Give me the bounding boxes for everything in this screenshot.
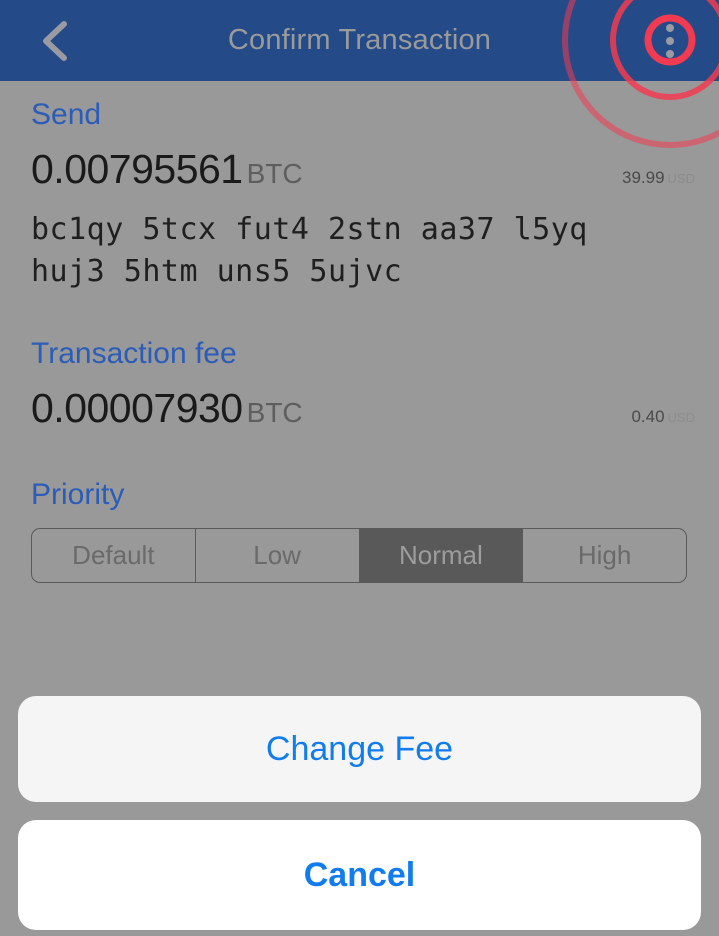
fee-amount-unit: BTC [246, 397, 303, 428]
send-fiat-value: 39.99 [622, 168, 665, 187]
send-amount-value: 0.00795561 [31, 146, 243, 192]
fee-fiat-value: 0.40 [631, 407, 665, 426]
priority-option-normal[interactable]: Normal [359, 529, 524, 582]
send-amount-row: 0.00795561 BTC 39.99 USD [31, 146, 695, 193]
priority-option-default[interactable]: Default [32, 529, 196, 582]
transaction-details: Send 0.00795561 BTC 39.99 USD bc1qy 5tcx… [0, 81, 719, 583]
fee-amount-value: 0.00007930 [31, 385, 243, 431]
cancel-button[interactable]: Cancel [18, 820, 701, 930]
fee-amount-row: 0.00007930 BTC 0.40 USD [31, 385, 695, 432]
send-fiat: 39.99 USD [622, 168, 695, 188]
overflow-menu-button[interactable] [652, 18, 688, 64]
priority-option-high[interactable]: High [523, 529, 686, 582]
send-section-label: Send [31, 98, 102, 131]
fee-fiat-unit: USD [667, 410, 695, 425]
priority-section-label: Priority [31, 478, 125, 511]
app-header: Confirm Transaction [0, 0, 719, 81]
recipient-address-line-2: huj3 5htm uns5 5ujvc [31, 254, 403, 289]
priority-segmented-control[interactable]: Default Low Normal High [31, 528, 687, 583]
send-fiat-unit: USD [667, 171, 695, 186]
priority-option-low[interactable]: Low [196, 529, 360, 582]
recipient-address: bc1qy 5tcx fut4 2stn aa37 l5yq huj3 5htm… [31, 209, 695, 293]
change-fee-button[interactable]: Change Fee [18, 696, 701, 802]
overflow-menu-icon-dot-3 [666, 50, 674, 58]
recipient-address-line-1: bc1qy 5tcx fut4 2stn aa37 l5yq [31, 212, 588, 247]
page-title: Confirm Transaction [227, 24, 492, 56]
fee-section-label: Transaction fee [31, 337, 237, 370]
overflow-menu-icon-dot-2 [666, 37, 674, 45]
fee-fiat: 0.40 USD [631, 407, 695, 427]
overflow-menu-icon-dot-1 [666, 24, 674, 32]
send-amount-unit: BTC [246, 158, 303, 189]
